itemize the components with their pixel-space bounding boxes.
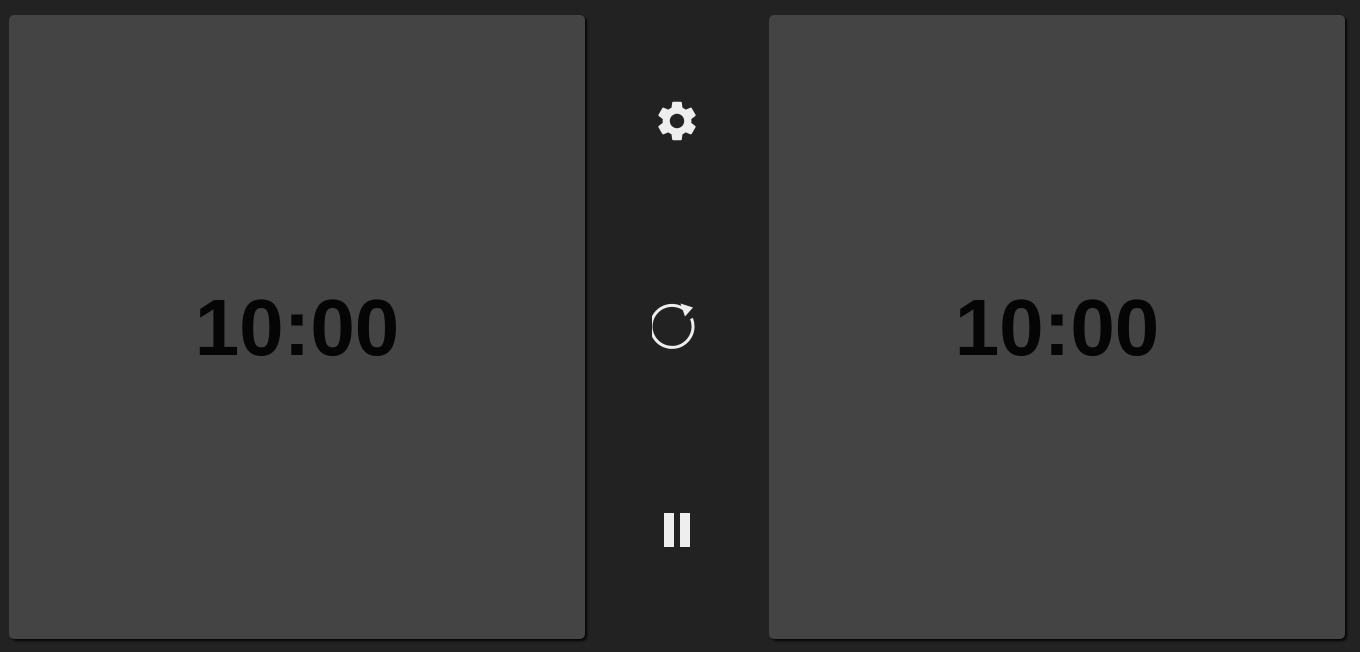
player-one-clock[interactable]: 10:00 (9, 15, 585, 639)
chess-clock-app: 10:00 10:00 (0, 0, 1360, 652)
reset-icon (652, 303, 695, 349)
gear-icon (658, 101, 696, 141)
player-two-clock[interactable]: 10:00 (769, 15, 1345, 639)
player-two-time: 10:00 (954, 283, 1160, 372)
control-column (585, 15, 769, 639)
pause-button[interactable] (651, 504, 703, 556)
player-one-time: 10:00 (194, 283, 400, 372)
pause-icon (664, 513, 690, 547)
reset-button[interactable] (651, 300, 703, 352)
settings-button[interactable] (651, 95, 703, 147)
